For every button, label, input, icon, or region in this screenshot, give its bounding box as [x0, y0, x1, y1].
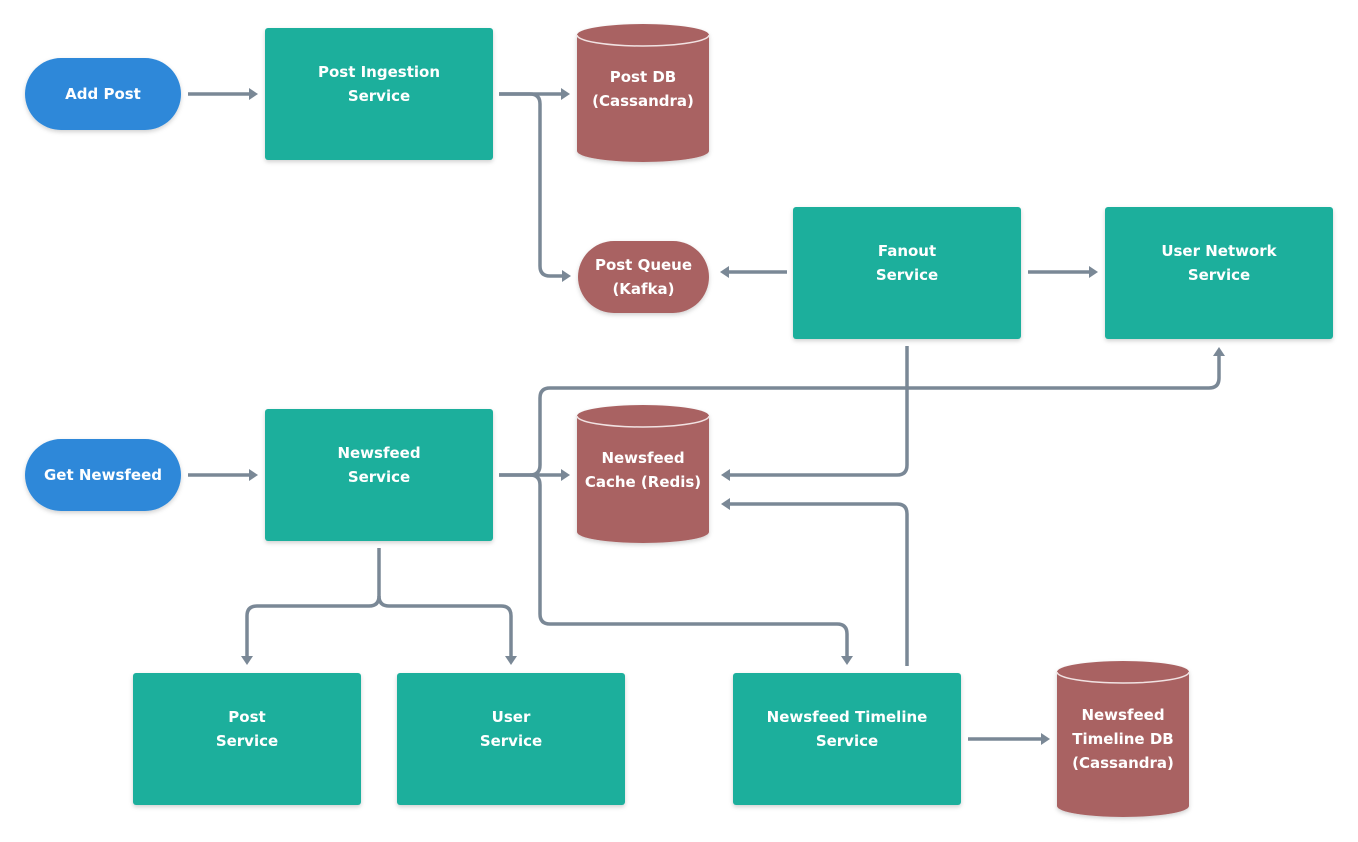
arrowhead-icon: [505, 656, 517, 665]
node-label: (Kafka): [612, 280, 674, 298]
node-label: Cache (Redis): [585, 473, 701, 491]
arrowhead-icon: [561, 469, 570, 481]
node-label: Service: [816, 732, 878, 750]
node-label: Fanout: [878, 242, 936, 260]
node-user-service[interactable]: User Service: [397, 673, 625, 805]
node-post-ingestion[interactable]: Post Ingestion Service: [265, 28, 493, 160]
node-label: Post Ingestion: [318, 63, 440, 81]
connector-line: [245, 548, 381, 658]
node-label: Post: [228, 708, 265, 726]
edge-add-post-to-post-ingestion: [188, 88, 258, 100]
edge-fanout-to-user-network: [1028, 266, 1098, 278]
arrowhead-icon: [720, 266, 729, 278]
edge-fanout-to-post-queue: [720, 266, 787, 278]
node-label: Post DB: [610, 68, 677, 86]
connector-line: [377, 595, 513, 658]
node-timeline-db[interactable]: Newsfeed Timeline DB (Cassandra): [1056, 661, 1190, 817]
node-label: (Cassandra): [592, 92, 694, 110]
connector-line: [499, 92, 565, 278]
arrowhead-icon: [1041, 733, 1050, 745]
node-label: Add Post: [65, 85, 141, 103]
arrowhead-icon: [721, 498, 730, 510]
node-label: Service: [216, 732, 278, 750]
edge-timeline-service-to-timeline-db: [968, 733, 1050, 745]
node-newsfeed-service[interactable]: Newsfeed Service: [265, 409, 493, 541]
arrowhead-icon: [249, 88, 258, 100]
nodes-layer: Add Post Post Ingestion Service Post DB (Cas…: [25, 24, 1333, 817]
node-post-service[interactable]: Post Service: [133, 673, 361, 805]
node-label: (Cassandra): [1072, 754, 1174, 772]
node-add-post[interactable]: Add Post: [25, 58, 181, 130]
arrowhead-icon: [561, 88, 570, 100]
node-post-db[interactable]: Post DB (Cassandra): [576, 24, 710, 162]
arrowhead-icon: [562, 270, 571, 282]
node-user-network[interactable]: User Network Service: [1105, 207, 1333, 339]
edge-get-newsfeed-to-newsfeed-service: [188, 469, 258, 481]
edge-newsfeed-service-to-post-service: [241, 548, 381, 665]
node-label: Get Newsfeed: [44, 466, 162, 484]
connector-line: [728, 502, 909, 666]
arrowhead-icon: [841, 656, 853, 665]
arrowhead-icon: [1213, 347, 1225, 356]
edge-post-ingestion-to-post-queue: [499, 92, 571, 282]
edge-newsfeed-service-to-user-service: [377, 595, 517, 665]
node-label: Newsfeed: [1081, 706, 1164, 724]
edge-timeline-service-to-newsfeed-cache: [721, 498, 909, 666]
arrowhead-icon: [249, 469, 258, 481]
node-label: Service: [480, 732, 542, 750]
architecture-diagram: Add Post Post Ingestion Service Post DB (Cas…: [25, 24, 1333, 817]
node-fanout[interactable]: Fanout Service: [793, 207, 1021, 339]
node-label: Service: [876, 266, 938, 284]
node-label: Service: [348, 87, 410, 105]
node-timeline-service[interactable]: Newsfeed Timeline Service: [733, 673, 961, 805]
node-post-queue[interactable]: Post Queue (Kafka): [578, 241, 709, 313]
connector-line: [728, 346, 909, 477]
edge-fanout-to-newsfeed-cache: [721, 346, 909, 481]
node-label: Newsfeed Timeline: [767, 708, 928, 726]
node-label: Newsfeed: [601, 449, 684, 467]
node-label: User: [492, 708, 531, 726]
node-newsfeed-cache[interactable]: Newsfeed Cache (Redis): [576, 405, 710, 543]
node-label: Newsfeed: [337, 444, 420, 462]
node-get-newsfeed[interactable]: Get Newsfeed: [25, 439, 181, 511]
node-label: Service: [1188, 266, 1250, 284]
node-label: Timeline DB: [1072, 730, 1173, 748]
arrowhead-icon: [241, 656, 253, 665]
arrowhead-icon: [721, 469, 730, 481]
queue-shape: [578, 241, 709, 313]
arrowhead-icon: [1089, 266, 1098, 278]
node-label: User Network: [1161, 242, 1277, 260]
node-label: Post Queue: [595, 256, 692, 274]
node-label: Service: [348, 468, 410, 486]
